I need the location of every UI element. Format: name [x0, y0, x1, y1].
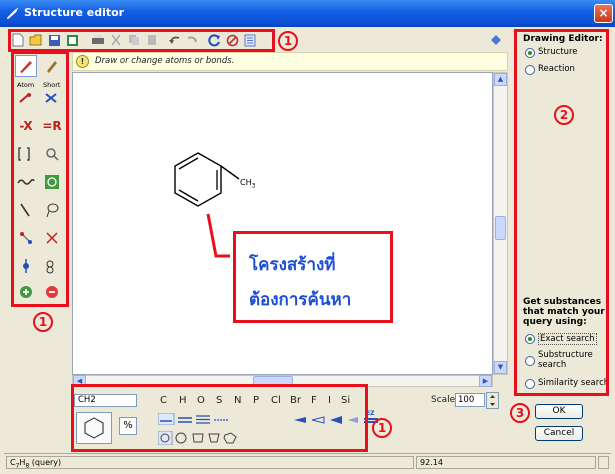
help-icon[interactable] [488, 32, 504, 48]
vertical-scrollbar[interactable]: ▲ ▼ [493, 72, 508, 375]
scale-label: Scale [431, 395, 456, 405]
hint-icon: ! [76, 55, 89, 68]
vertical-scroll-thumb[interactable] [495, 216, 506, 240]
left-tools-highlight [11, 51, 69, 307]
methyl-subscript: 3 [251, 182, 256, 190]
annotation-1-bottom: 1 [372, 418, 392, 438]
scroll-right-icon[interactable]: ▶ [479, 375, 492, 387]
ok-button[interactable]: OK [535, 404, 583, 419]
bottom-tools-highlight [71, 384, 368, 452]
methyl-text: CH [240, 178, 252, 187]
close-button[interactable]: × [594, 4, 613, 23]
cancel-button[interactable]: Cancel [535, 426, 583, 441]
callout-line-2: ต้องการค้นหา [249, 290, 352, 310]
search-structure-callout: โครงสร้างที่ ต้องการค้นหา [233, 231, 393, 323]
annotation-3: 3 [510, 403, 530, 423]
scroll-up-icon[interactable]: ▲ [494, 73, 507, 86]
toolbar-highlight [8, 29, 275, 52]
status-bar: C7H8 (query) 92.14 [4, 453, 611, 470]
annotation-1-top: 1 [278, 31, 298, 51]
status-formula: C7H8 (query) [6, 456, 414, 470]
toluene-structure [174, 152, 240, 207]
drawing-canvas[interactable]: CH3 [72, 72, 493, 375]
scale-spinner[interactable] [486, 392, 499, 409]
annotation-1-left: 1 [33, 312, 53, 332]
structure-editor-icon [6, 7, 19, 20]
hint-bar: ! Draw or change atoms or bonds. [72, 52, 508, 71]
window-title: Structure editor [24, 6, 125, 19]
scale-input[interactable]: 100 [455, 393, 485, 407]
status-mass: 92.14 [416, 456, 596, 469]
right-panel-highlight [514, 29, 609, 396]
methyl-label: CH3 [240, 178, 255, 190]
hint-text: Draw or change atoms or bonds. [95, 56, 235, 66]
status-grip [598, 456, 609, 469]
scroll-down-icon[interactable]: ▼ [494, 361, 507, 374]
status-formula-suffix: (query) [29, 458, 62, 467]
callout-line-1: โครงสร้างที่ [249, 255, 336, 275]
